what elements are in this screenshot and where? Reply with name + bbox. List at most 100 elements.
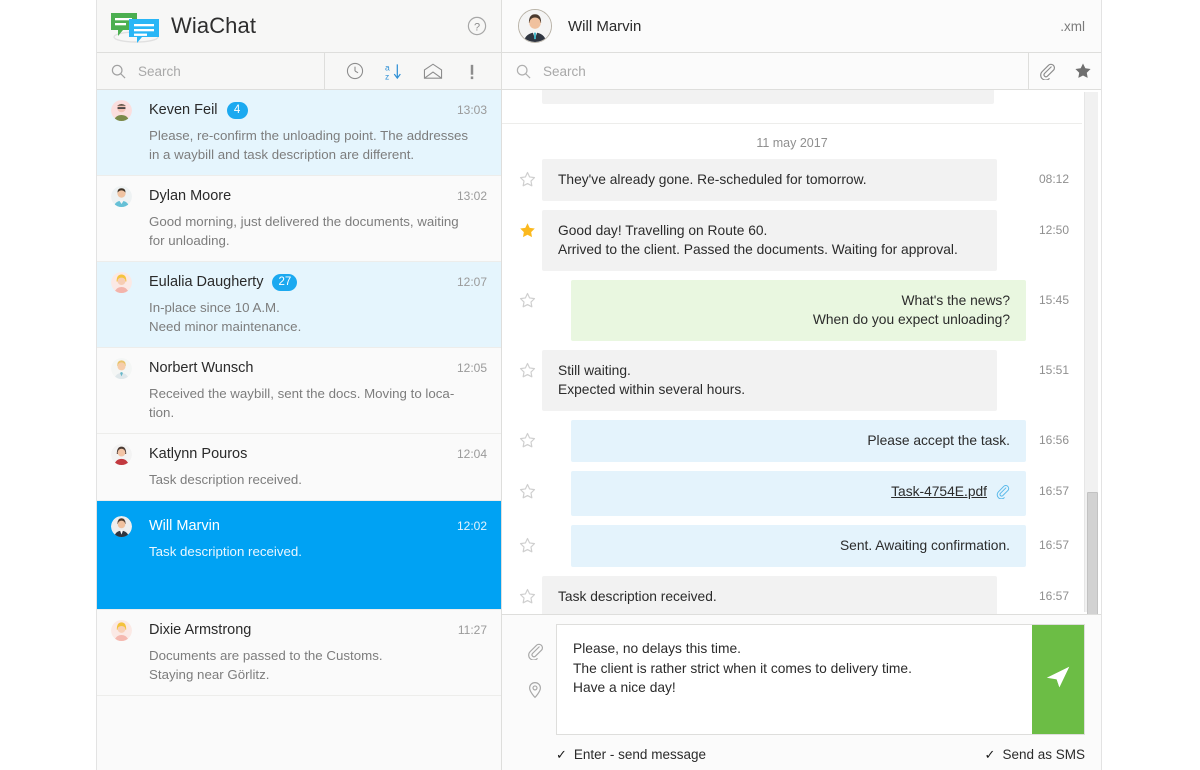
star-outline-icon[interactable] bbox=[512, 525, 542, 554]
conversation-item-will-marvin[interactable]: Will Marvin 12:02 Task description recei… bbox=[97, 501, 501, 610]
chat-actions bbox=[1029, 53, 1101, 89]
conversation-list[interactable]: Keven Feil 4 13:03 Please, re-confirm th… bbox=[97, 90, 501, 770]
message-bubble-cell: Task-4754E.pdf bbox=[542, 471, 1026, 516]
avatar-dylan-moore bbox=[111, 186, 132, 207]
important-icon[interactable] bbox=[452, 53, 491, 90]
conversation-time: 13:02 bbox=[457, 189, 487, 203]
message-composer: Please, no delays this time. The client … bbox=[502, 615, 1101, 770]
messages-scrollbar-thumb[interactable] bbox=[1087, 492, 1098, 615]
conversation-name: Dylan Moore bbox=[149, 188, 231, 204]
enter-send-label: Enter - send message bbox=[574, 747, 706, 762]
attach-location-icon[interactable] bbox=[526, 681, 544, 704]
message-row: Still waiting. Expected within several h… bbox=[502, 350, 1082, 411]
conversation-list-filler bbox=[97, 696, 501, 770]
message-row: Task-4754E.pdf 16:57 bbox=[502, 471, 1082, 516]
conversation-name: Keven Feil bbox=[149, 102, 218, 118]
conversation-name: Will Marvin bbox=[149, 518, 220, 534]
conversation-name: Eulalia Daugherty bbox=[149, 274, 263, 290]
conversation-item-norbert-wunsch[interactable]: Norbert Wunsch 12:05 Received the waybil… bbox=[97, 348, 501, 434]
composer-footer: ✓ Enter - send message ✓ Send as SMS bbox=[514, 738, 1085, 770]
message-time: 12:50 bbox=[1026, 210, 1082, 237]
message-row: They've already gone. Re-scheduled for t… bbox=[502, 159, 1082, 201]
chat-search-placeholder: Search bbox=[543, 64, 586, 79]
conversation-snippet: In-place since 10 A.M. Need minor mainte… bbox=[149, 298, 487, 336]
attachments-icon[interactable] bbox=[1029, 53, 1065, 90]
star-outline-icon[interactable] bbox=[512, 576, 542, 605]
search-icon bbox=[516, 64, 531, 79]
message-bubble-cell: Please accept the task. bbox=[542, 420, 1026, 462]
wiachat-app: WiaChat ? Search bbox=[96, 0, 1102, 770]
send-button[interactable] bbox=[1032, 625, 1084, 734]
message-time: 15:51 bbox=[1026, 350, 1082, 377]
messages-area: 11 may 2017 They've already gone. Re-sch… bbox=[502, 90, 1101, 615]
composer-tools bbox=[514, 624, 556, 738]
conversation-header: Will Marvin 12:02 bbox=[111, 515, 487, 537]
attachment-file-link[interactable]: Task-4754E.pdf bbox=[891, 484, 987, 499]
conversation-header: Dixie Armstrong 11:27 bbox=[111, 619, 487, 641]
send-as-sms-label: Send as SMS bbox=[1002, 747, 1085, 762]
conversation-header: Eulalia Daugherty 27 12:07 bbox=[111, 271, 487, 293]
conversation-item-keven-feil[interactable]: Keven Feil 4 13:03 Please, re-confirm th… bbox=[97, 90, 501, 176]
conversation-snippet: Task description received. bbox=[149, 542, 487, 561]
enter-send-checkbox[interactable]: ✓ Enter - send message bbox=[556, 747, 706, 762]
conversation-item-dixie-armstrong[interactable]: Dixie Armstrong 11:27 Documents are pass… bbox=[97, 610, 501, 696]
unread-badge: 4 bbox=[227, 102, 248, 119]
export-xml-label[interactable]: .xml bbox=[1060, 19, 1085, 34]
star-outline-icon[interactable] bbox=[512, 420, 542, 449]
send-as-sms-checkbox[interactable]: ✓ Send as SMS bbox=[985, 747, 1085, 762]
message-bubble: Task description received. bbox=[542, 576, 997, 614]
message-bubble-cell: They've already gone. Re-scheduled for t… bbox=[542, 159, 1026, 201]
message-bubble: Still waiting. Expected within several h… bbox=[542, 350, 997, 411]
starred-icon[interactable] bbox=[1065, 53, 1101, 90]
message-time: 16:57 bbox=[1026, 576, 1082, 603]
conversation-time: 12:07 bbox=[457, 275, 487, 289]
message-bubble-cell: What's the news? When do you expect unlo… bbox=[542, 280, 1026, 341]
conversation-name: Dixie Armstrong bbox=[149, 622, 251, 638]
message-bubble: Please accept the task. bbox=[571, 420, 1026, 462]
recent-icon[interactable] bbox=[335, 53, 374, 90]
message-bubble-cell: Task description received. bbox=[542, 576, 1026, 614]
composer-main: Please, no delays this time. The client … bbox=[514, 624, 1085, 738]
svg-text:?: ? bbox=[474, 21, 480, 33]
conversation-filters: a z bbox=[325, 53, 501, 89]
search-placeholder: Search bbox=[138, 64, 181, 79]
conversation-snippet: Task description received. bbox=[149, 470, 487, 489]
conversation-item-dylan-moore[interactable]: Dylan Moore 13:02 Good morning, just del… bbox=[97, 176, 501, 262]
paperclip-icon bbox=[995, 487, 1010, 502]
star-outline-icon[interactable] bbox=[512, 350, 542, 379]
wiachat-logo-icon bbox=[107, 8, 165, 44]
sort-az-icon[interactable]: a z bbox=[374, 53, 413, 90]
conversation-time: 13:03 bbox=[457, 103, 487, 117]
checkmark-icon: ✓ bbox=[556, 748, 567, 761]
conversation-snippet: Received the waybill, sent the docs. Mov… bbox=[149, 384, 487, 422]
search-input[interactable]: Search bbox=[97, 53, 325, 89]
attach-file-icon[interactable] bbox=[526, 642, 544, 665]
avatar-will-marvin bbox=[518, 9, 552, 43]
message-row: Please accept the task. 16:56 bbox=[502, 420, 1082, 462]
star-outline-icon[interactable] bbox=[512, 471, 542, 500]
message-bubble: They've already gone. Re-scheduled for t… bbox=[542, 159, 997, 201]
conversation-time: 11:27 bbox=[458, 623, 487, 637]
conversation-snippet: Documents are passed to the Customs. Sta… bbox=[149, 646, 487, 684]
conversation-item-eulalia-daugherty[interactable]: Eulalia Daugherty 27 12:07 In-place sinc… bbox=[97, 262, 501, 348]
chat-search-input[interactable]: Search bbox=[502, 53, 1029, 89]
conversation-snippet: Please, re-confirm the unloading point. … bbox=[149, 126, 487, 164]
help-icon[interactable]: ? bbox=[467, 16, 487, 36]
star-filled-icon[interactable] bbox=[512, 210, 542, 239]
chat-header: Will Marvin .xml bbox=[502, 0, 1101, 53]
unread-icon[interactable] bbox=[413, 53, 452, 90]
message-bubble-cell: Good day! Travelling on Route 60. Arrive… bbox=[542, 210, 1026, 271]
chat-panel: Will Marvin .xml Search bbox=[502, 0, 1101, 770]
conversation-snippet: Good morning, just delivered the documen… bbox=[149, 212, 487, 250]
date-separator: 11 may 2017 bbox=[502, 123, 1082, 150]
conversation-item-katlynn-pouros[interactable]: Katlynn Pouros 12:04 Task description re… bbox=[97, 434, 501, 501]
message-input[interactable]: Please, no delays this time. The client … bbox=[557, 625, 1032, 734]
star-outline-icon[interactable] bbox=[512, 159, 542, 188]
conversation-name: Katlynn Pouros bbox=[149, 446, 247, 462]
conversation-header: Keven Feil 4 13:03 bbox=[111, 99, 487, 121]
avatar-katlynn-pouros bbox=[111, 444, 132, 465]
messages-list: 11 may 2017 They've already gone. Re-sch… bbox=[502, 90, 1082, 614]
conversation-name: Norbert Wunsch bbox=[149, 360, 254, 376]
messages-scrollbar[interactable] bbox=[1084, 92, 1098, 612]
star-outline-icon[interactable] bbox=[512, 280, 542, 309]
